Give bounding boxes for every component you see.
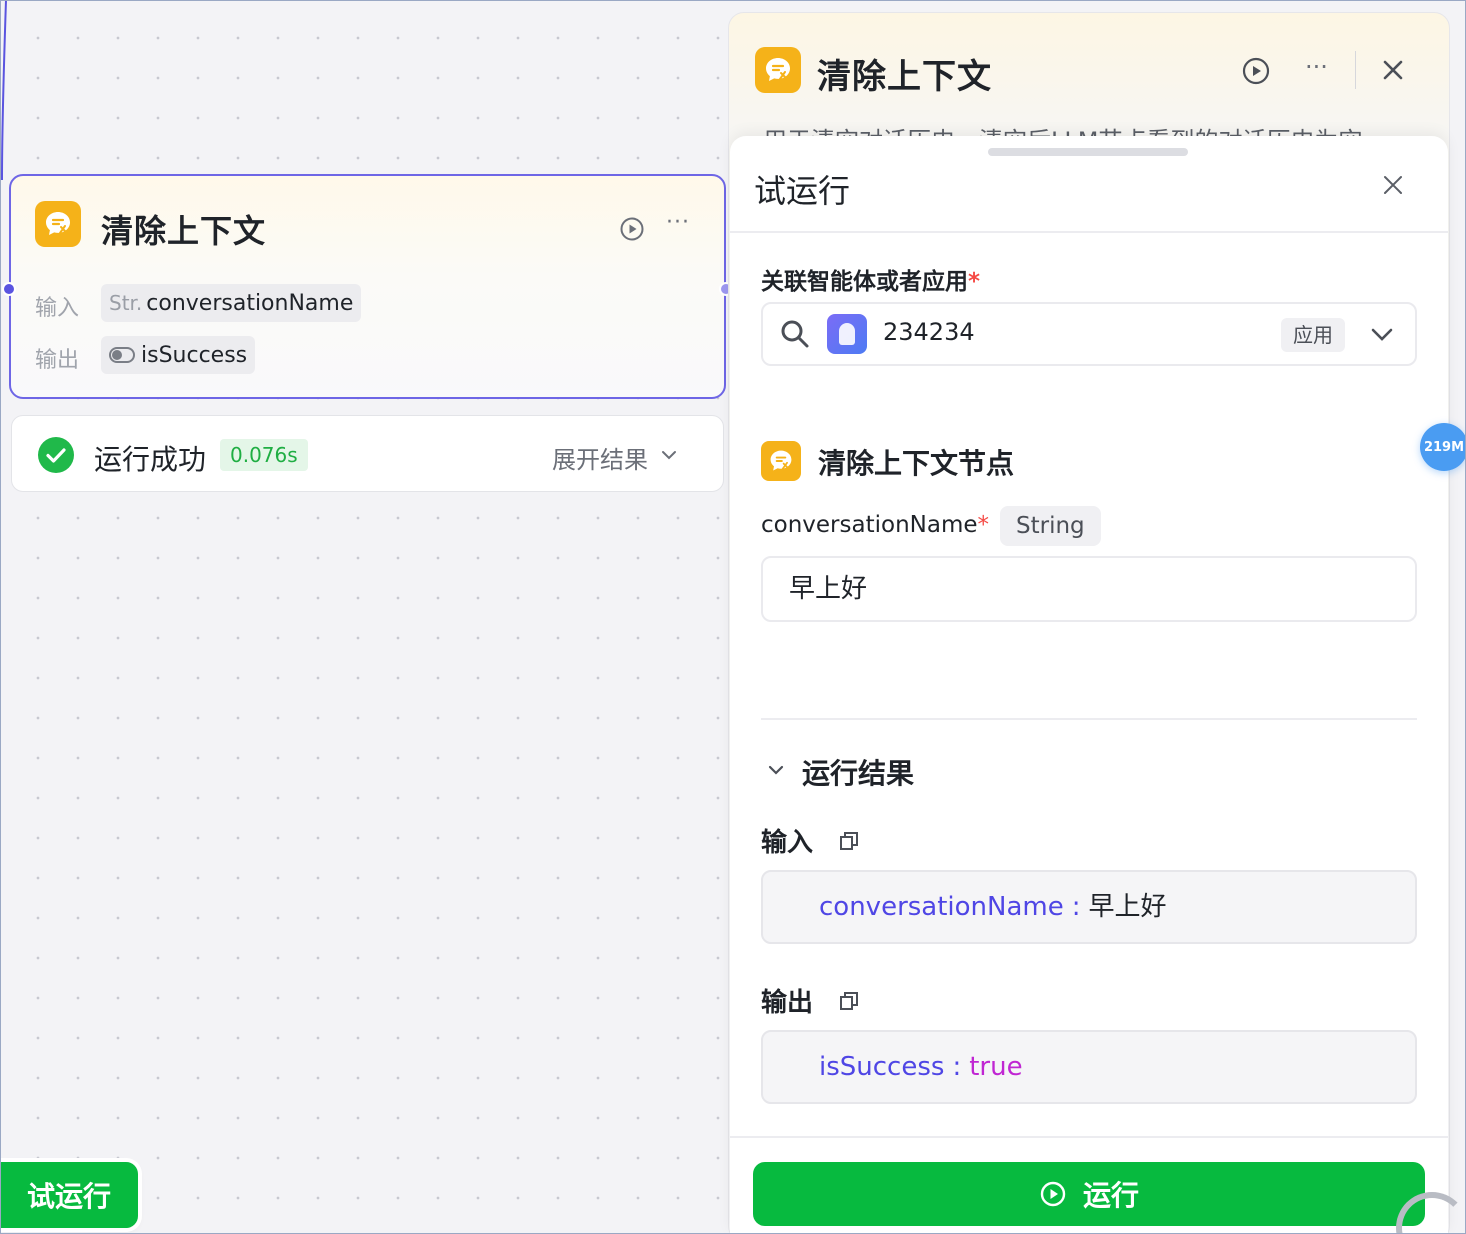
agent-select[interactable]: 234234 应用: [761, 302, 1417, 366]
chevron-down-icon[interactable]: [766, 760, 786, 780]
node-output-chip: isSuccess: [101, 336, 256, 374]
divider: [730, 1136, 1448, 1138]
node-input-port[interactable]: [2, 282, 16, 296]
result-input-box: conversationName: 早上好: [761, 870, 1417, 944]
result-input-label: 输入: [761, 828, 814, 858]
param-type-tag: String: [1000, 506, 1101, 546]
search-icon: [781, 320, 809, 348]
input-value: 早上好: [1088, 892, 1167, 922]
required-mark: *: [968, 269, 981, 295]
agent-field-label: 关联智能体或者应用*: [761, 269, 981, 295]
result-output-label: 输出: [761, 988, 814, 1018]
clear-context-icon: [35, 201, 81, 247]
play-circle-icon[interactable]: [1241, 56, 1271, 86]
run-button[interactable]: 运行: [753, 1162, 1425, 1226]
conversation-name-input[interactable]: 早上好: [761, 556, 1417, 622]
try-run-button[interactable]: 试运行: [0, 1162, 138, 1228]
play-circle-icon: [1040, 1181, 1066, 1207]
output-separator: :: [952, 1052, 962, 1082]
run-status-text: 运行成功: [94, 443, 207, 476]
sheet-title: 试运行: [754, 172, 851, 210]
more-icon[interactable]: ···: [1305, 53, 1328, 81]
output-value: true: [969, 1052, 1023, 1082]
agent-value: 234234: [883, 318, 975, 346]
header-divider: [1355, 51, 1356, 89]
node-input-chip: Str. conversationName: [101, 284, 362, 322]
divider: [761, 718, 1417, 720]
string-type-icon: Str.: [109, 291, 143, 315]
param-name-label: conversationName*: [761, 512, 990, 538]
clear-context-icon: [761, 441, 801, 481]
chevron-down-icon[interactable]: [660, 446, 678, 464]
app-type-tag: 应用: [1281, 318, 1345, 352]
node-output-value: isSuccess: [141, 342, 248, 368]
success-check-icon: [38, 437, 74, 473]
drag-handle[interactable]: [988, 148, 1188, 156]
test-run-sheet: 试运行 关联智能体或者应用* 234234 应用 清除上下文节点 convers…: [730, 136, 1448, 1234]
expand-result-link[interactable]: 展开结果: [552, 440, 648, 475]
node-output-label: 输出: [35, 348, 80, 373]
connection-edge: [1, 0, 7, 180]
output-key: isSuccess: [819, 1052, 945, 1082]
copy-icon[interactable]: [838, 830, 860, 852]
node-title: 清除上下文: [101, 212, 267, 250]
input-separator: :: [1071, 892, 1081, 922]
divider: [730, 231, 1448, 233]
run-button-label: 运行: [1082, 1179, 1139, 1212]
close-icon[interactable]: [1382, 174, 1404, 196]
node-input-value: conversationName: [146, 290, 354, 316]
boolean-type-icon: [109, 347, 135, 363]
run-result-card: 运行成功 0.076s 展开结果: [11, 415, 724, 492]
app-avatar: [827, 314, 867, 354]
play-circle-icon[interactable]: [619, 216, 645, 242]
more-icon[interactable]: ···: [666, 210, 690, 235]
run-time-badge: 0.076s: [220, 439, 308, 471]
workflow-node-clear-context[interactable]: 清除上下文 ··· 输入 Str. conversationName 输出 is…: [2, 174, 733, 399]
clear-context-icon: [755, 47, 801, 93]
memory-badge[interactable]: 219M: [1420, 423, 1466, 471]
node-section-title: 清除上下文节点: [818, 447, 1015, 480]
copy-icon[interactable]: [838, 990, 860, 1012]
required-mark: *: [977, 512, 990, 538]
input-key: conversationName: [819, 892, 1064, 922]
result-output-box: isSuccess: true: [761, 1030, 1417, 1104]
run-result-title[interactable]: 运行结果: [802, 752, 914, 792]
chevron-down-icon[interactable]: [1369, 322, 1395, 348]
close-icon[interactable]: [1381, 58, 1405, 82]
node-input-label: 输入: [35, 296, 80, 321]
panel-title: 清除上下文: [817, 57, 992, 97]
